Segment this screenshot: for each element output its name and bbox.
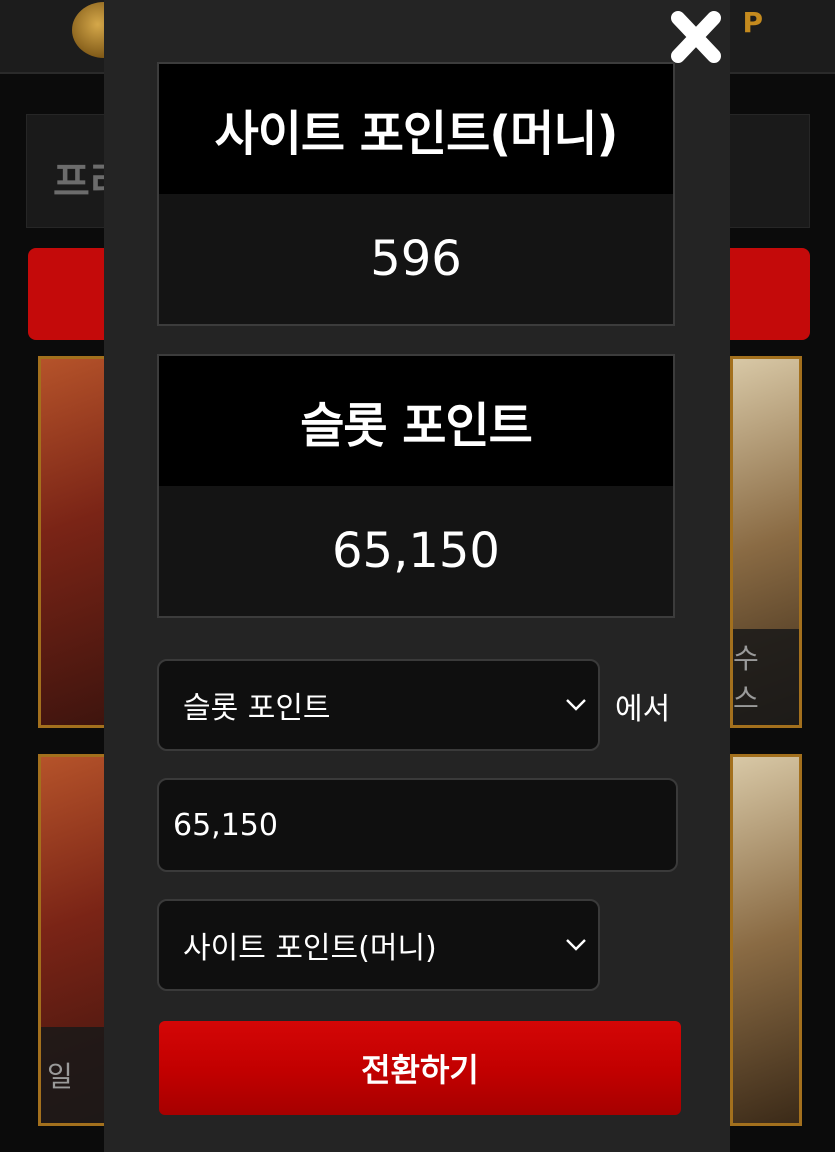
site-points-title: 사이트 포인트(머니)	[159, 64, 673, 194]
game-tile	[38, 356, 110, 728]
game-tile: 일	[38, 754, 110, 1126]
chevron-down-icon	[566, 699, 586, 711]
from-point-select-value: 슬롯 포인트	[183, 691, 331, 726]
convert-button[interactable]: 전환하기	[159, 1021, 681, 1115]
game-tile	[730, 754, 802, 1126]
point-exchange-modal: 사이트 포인트(머니) 596 슬롯 포인트 65,150 슬롯 포인트 에서 …	[104, 0, 730, 1152]
game-tile-label: 수스	[733, 629, 799, 725]
site-points-value: 596	[159, 194, 673, 324]
close-icon	[671, 11, 721, 63]
chevron-down-icon	[566, 939, 586, 951]
slot-points-title: 슬롯 포인트	[159, 356, 673, 486]
game-tile-label: 일	[41, 1027, 107, 1123]
game-tile: 수스	[730, 356, 802, 728]
from-point-select[interactable]: 슬롯 포인트	[157, 659, 600, 751]
to-point-select-value: 사이트 포인트(머니)	[183, 931, 437, 966]
header-points-label: P	[742, 6, 763, 39]
slot-points-card: 슬롯 포인트 65,150	[157, 354, 675, 618]
site-points-card: 사이트 포인트(머니) 596	[157, 62, 675, 326]
from-suffix-label: 에서	[615, 692, 671, 727]
amount-input[interactable]: 65,150	[157, 778, 678, 872]
close-button[interactable]	[668, 8, 724, 66]
to-point-select[interactable]: 사이트 포인트(머니)	[157, 899, 600, 991]
slot-points-value: 65,150	[159, 486, 673, 616]
amount-input-value: 65,150	[173, 807, 278, 843]
